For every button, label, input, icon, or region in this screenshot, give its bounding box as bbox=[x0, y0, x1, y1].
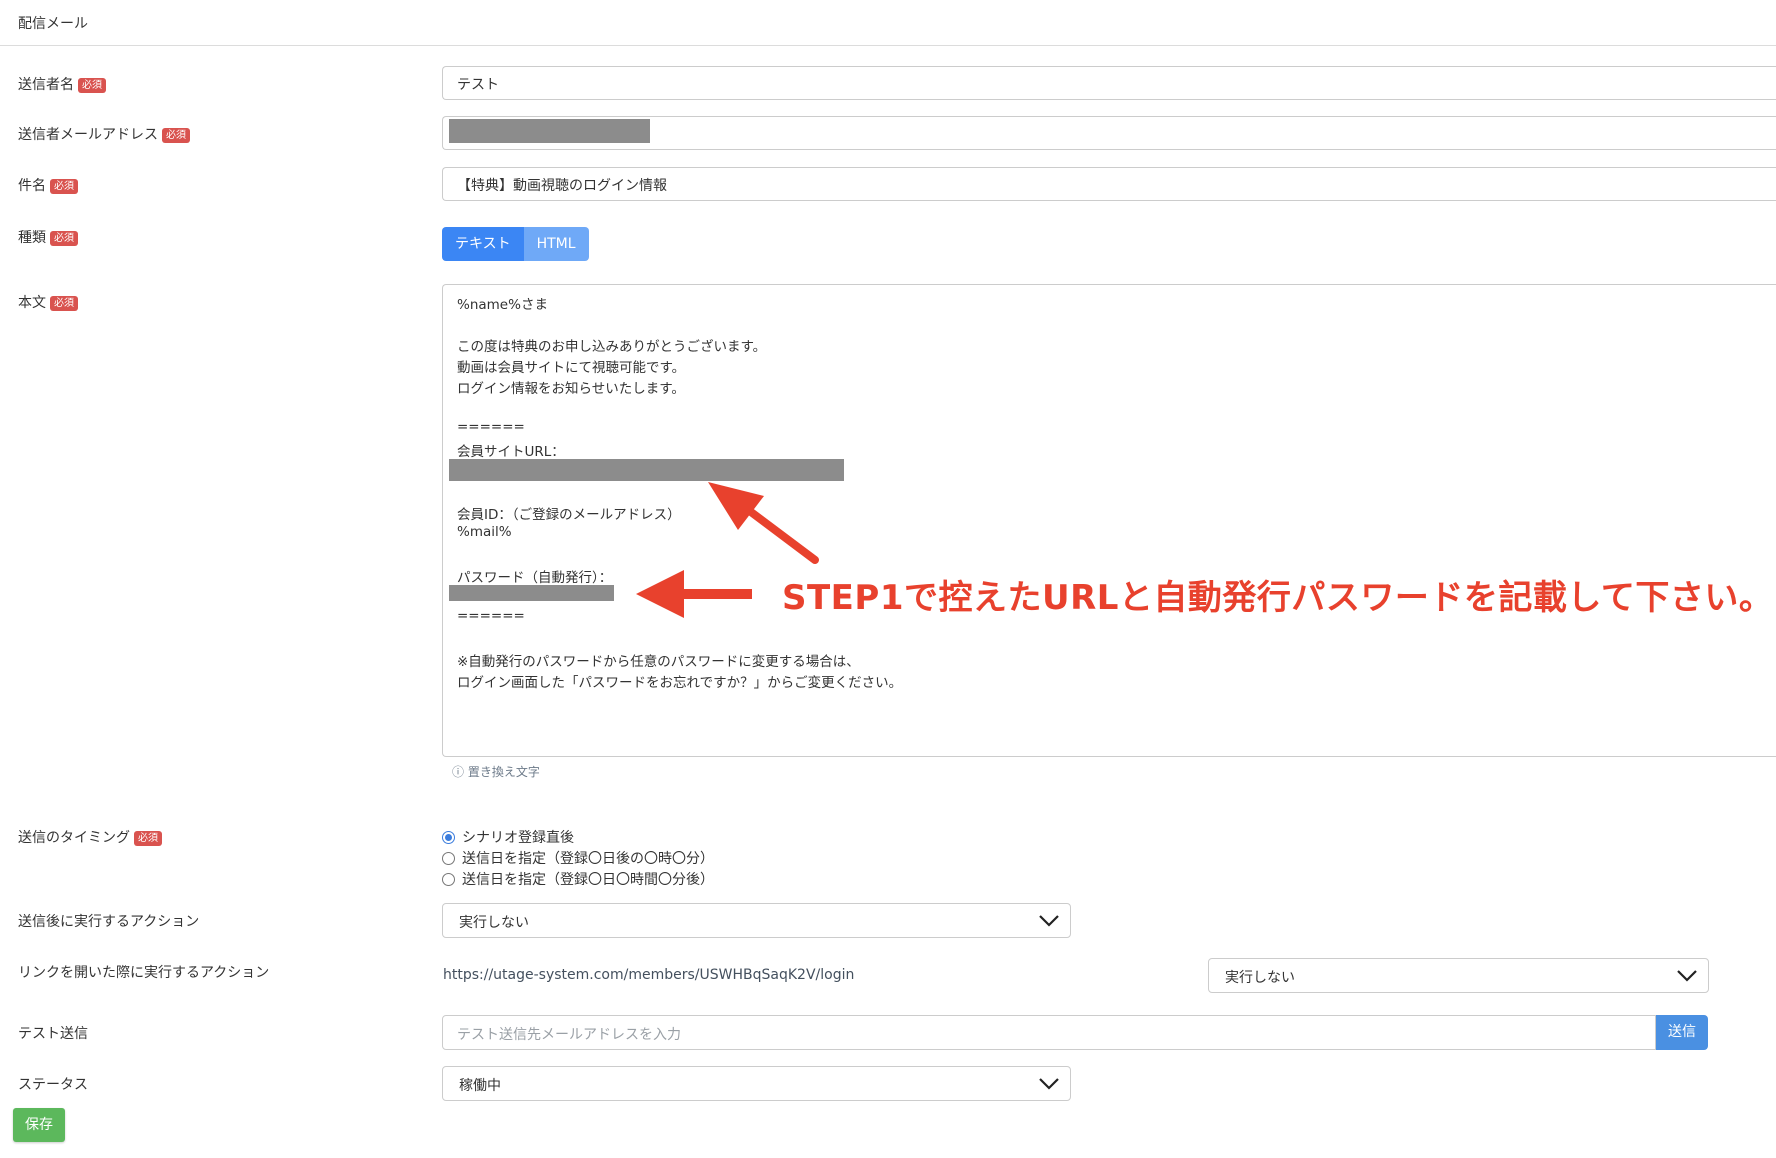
link-action-label: リンクを開いた際に実行するアクション bbox=[18, 965, 270, 981]
test-email-input[interactable]: テスト送信先メールアドレスを入力 bbox=[442, 1015, 1656, 1050]
link-action-select[interactable]: 実行しない bbox=[1208, 958, 1709, 993]
test-send-label: テスト送信 bbox=[18, 1026, 88, 1042]
timing-option-immediate[interactable]: シナリオ登録直後 bbox=[442, 827, 574, 847]
radio-button[interactable] bbox=[442, 851, 455, 865]
after-action-label: 送信後に実行するアクション bbox=[18, 914, 200, 930]
chevron-down-icon bbox=[1039, 1078, 1059, 1090]
timing-option-date-time[interactable]: 送信日を指定（登録〇日後の〇時〇分） bbox=[442, 848, 714, 868]
radio-button[interactable] bbox=[442, 830, 455, 844]
timing-label: 送信のタイミング 必須 bbox=[18, 827, 162, 847]
annotation-text: STEP1で控えたURLと自動発行パスワードを記載して下さい。 bbox=[782, 578, 1774, 618]
chevron-down-icon bbox=[1039, 915, 1059, 927]
save-button[interactable]: 保存 bbox=[13, 1108, 65, 1142]
arrow-to-url-head bbox=[708, 482, 764, 530]
status-select[interactable]: 稼働中 bbox=[442, 1066, 1071, 1101]
after-action-select[interactable]: 実行しない bbox=[442, 903, 1071, 938]
send-button[interactable]: 送信 bbox=[1656, 1015, 1708, 1050]
required-badge: 必須 bbox=[134, 831, 162, 846]
arrow-to-password-head bbox=[636, 570, 684, 618]
timing-option-relative[interactable]: 送信日を指定（登録〇日〇時間〇分後） bbox=[442, 869, 714, 889]
link-url: https://utage-system.com/members/USWHBqS… bbox=[443, 967, 855, 983]
chevron-down-icon bbox=[1677, 970, 1697, 982]
status-label: ステータス bbox=[18, 1077, 88, 1093]
radio-button[interactable] bbox=[442, 872, 455, 886]
